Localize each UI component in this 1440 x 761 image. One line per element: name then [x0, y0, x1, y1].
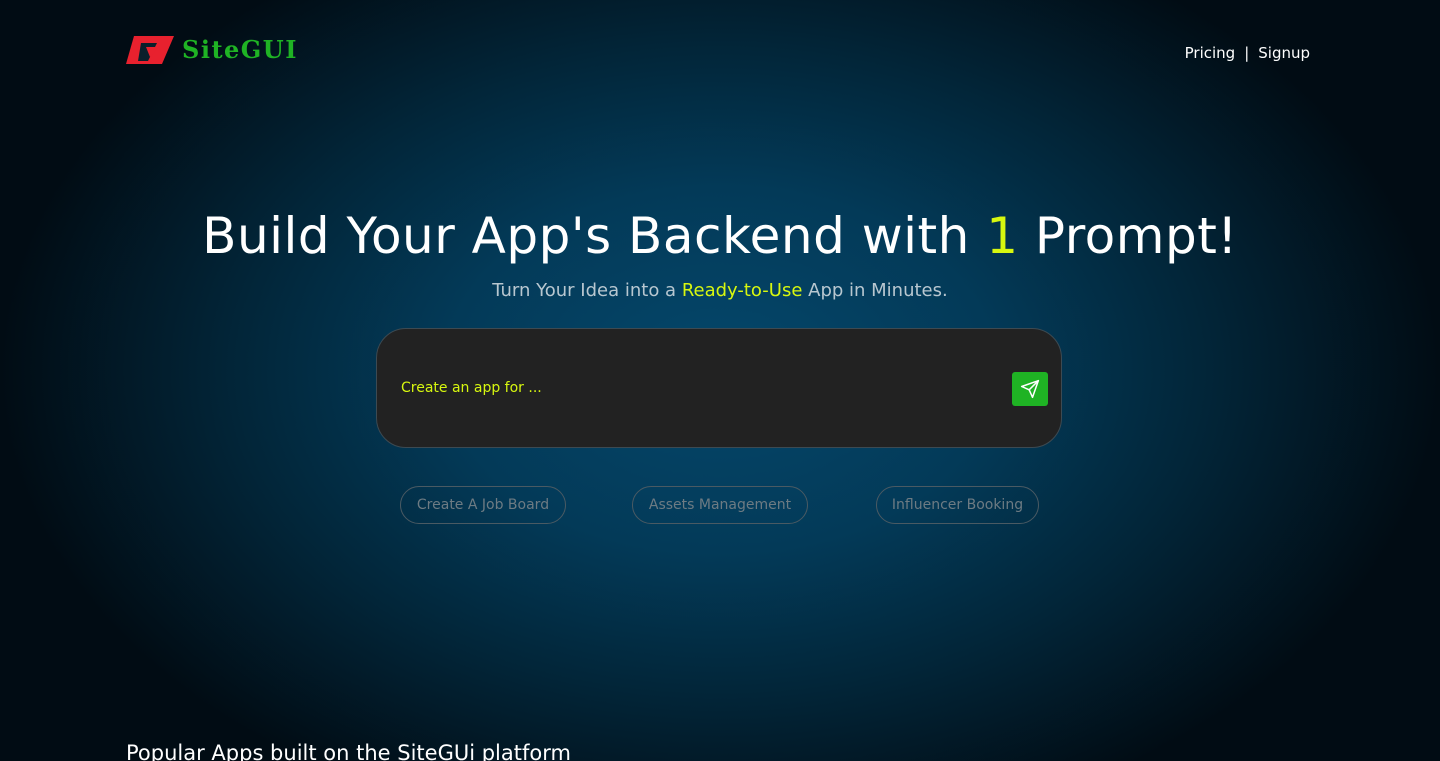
sitegui-logo-icon [126, 36, 174, 64]
paper-plane-icon [1020, 379, 1040, 399]
prompt-box [376, 328, 1062, 448]
brand-name: SiteGUI [182, 35, 298, 64]
hero-title-highlight: 1 [986, 207, 1019, 265]
top-nav: Pricing | Signup [1185, 44, 1310, 62]
suggestion-chip-influencer-booking[interactable]: Influencer Booking [876, 486, 1039, 524]
hero-subtitle-start: Turn Your Idea into a [492, 280, 682, 301]
brand-logo[interactable]: SiteGUI [124, 34, 298, 66]
hero-title-end: Prompt! [1018, 207, 1238, 265]
hero-subtitle-highlight: Ready-to-Use [681, 280, 803, 301]
send-button[interactable] [1012, 372, 1048, 406]
pricing-link[interactable]: Pricing [1185, 44, 1236, 62]
hero-title: Build Your App's Backend with 1 Prompt! [0, 203, 1440, 269]
nav-separator: | [1244, 44, 1250, 62]
suggestion-chip-job-board[interactable]: Create A Job Board [400, 486, 566, 524]
signup-link[interactable]: Signup [1258, 44, 1310, 62]
hero-subtitle: Turn Your Idea into a Ready-to-Use App i… [0, 279, 1440, 303]
hero-subtitle-end: App in Minutes. [802, 280, 948, 301]
hero-title-start: Build Your App's Backend with [202, 207, 987, 265]
suggestion-chip-assets-management[interactable]: Assets Management [632, 486, 808, 524]
popular-apps-heading: Popular Apps built on the SiteGUi platfo… [126, 741, 571, 761]
prompt-input[interactable] [401, 377, 981, 399]
